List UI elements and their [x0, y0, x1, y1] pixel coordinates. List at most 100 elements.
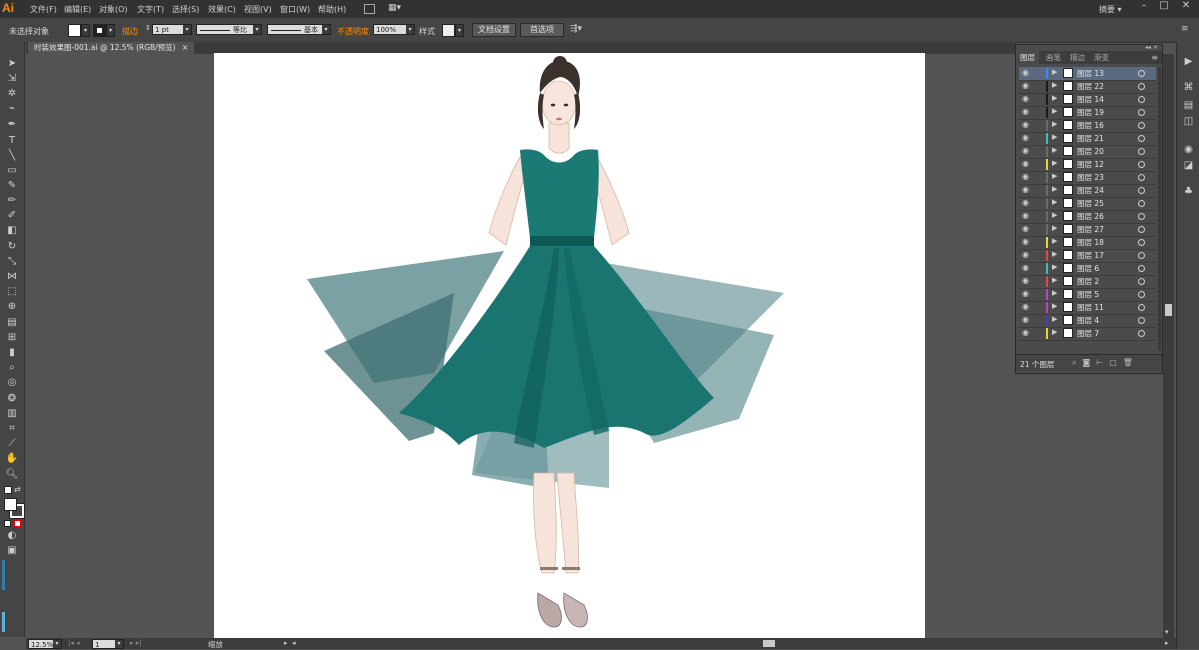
direct-selection-tool-icon[interactable]: ⇲ [5, 73, 19, 85]
layers-scrollbar[interactable] [1158, 67, 1161, 351]
target-circle-icon[interactable] [1138, 278, 1145, 285]
layer-actions[interactable]: ⌕◙⊢▢🗑︎ [1072, 358, 1139, 368]
layer-row[interactable]: ◉ ▶ 图层 12 [1019, 158, 1156, 172]
lasso-tool-icon[interactable]: ⌁ [5, 103, 19, 115]
zoom-tool-icon[interactable]: 🔍︎ [5, 469, 19, 481]
visibility-eye-icon[interactable]: ◉ [1022, 121, 1030, 129]
layer-name[interactable]: 图层 21 [1077, 133, 1104, 144]
visibility-eye-icon[interactable]: ◉ [1022, 277, 1030, 285]
graphic-style-swatch[interactable] [442, 24, 455, 37]
tab-brushes[interactable]: 画笔 [1042, 51, 1065, 64]
menu-effect[interactable]: 效果(C) [208, 4, 236, 15]
color-mode-icon[interactable] [4, 520, 11, 527]
scroll-down-arrow-icon[interactable]: ▾ [1165, 628, 1169, 636]
expand-layer-icon[interactable]: ▶ [1052, 94, 1057, 102]
menu-select[interactable]: 选择(S) [172, 4, 199, 15]
style-dropdown-icon[interactable]: ▾ [455, 24, 464, 37]
opacity-field[interactable]: 100% ▾ [373, 24, 415, 35]
layer-row[interactable]: ◉ ▶ 图层 6 [1019, 262, 1156, 276]
layer-name[interactable]: 图层 22 [1077, 81, 1104, 92]
stroke-stepper-icon[interactable]: ⇕ [145, 24, 151, 32]
symbols-panel-icon[interactable]: ♣ [1183, 186, 1194, 197]
visibility-eye-icon[interactable]: ◉ [1022, 69, 1030, 77]
visibility-eye-icon[interactable]: ◉ [1022, 225, 1030, 233]
visibility-eye-icon[interactable]: ◉ [1022, 108, 1030, 116]
layer-name[interactable]: 图层 2 [1077, 276, 1099, 287]
layer-row[interactable]: ◉ ▶ 图层 27 [1019, 223, 1156, 237]
menu-object[interactable]: 对象(O) [99, 4, 128, 15]
expand-layer-icon[interactable]: ▶ [1052, 185, 1057, 193]
layer-name[interactable]: 图层 11 [1077, 302, 1104, 313]
fill-swatch[interactable] [68, 24, 81, 37]
pen-tool-icon[interactable]: ✒ [5, 119, 19, 131]
pencil-tool-icon[interactable]: ✏ [5, 195, 19, 207]
visibility-eye-icon[interactable]: ◉ [1022, 199, 1030, 207]
layer-row[interactable]: ◉ ▶ 图层 17 [1019, 249, 1156, 263]
default-colors-icon[interactable] [4, 486, 12, 494]
graphic-styles-panel-icon[interactable]: ◪ [1183, 160, 1194, 171]
artboard[interactable] [214, 53, 925, 638]
visibility-eye-icon[interactable]: ◉ [1022, 329, 1030, 337]
visibility-eye-icon[interactable]: ◉ [1022, 95, 1030, 103]
layer-row[interactable]: ◉ ▶ 图层 5 [1019, 288, 1156, 302]
layer-name[interactable]: 图层 13 [1077, 68, 1104, 79]
artboard-nav-prev-icons[interactable]: |◂ ◂ [68, 639, 80, 647]
transform-panel-icon[interactable]: ⌘ [1183, 82, 1194, 93]
symbol-sprayer-tool-icon[interactable]: ❂ [5, 393, 19, 405]
document-setup-button[interactable]: 文档设置 [472, 23, 516, 37]
expand-layer-icon[interactable]: ▶ [1052, 263, 1057, 271]
vertical-scroll-thumb[interactable] [1165, 304, 1172, 316]
layer-name[interactable]: 图层 17 [1077, 250, 1104, 261]
tab-layers[interactable]: 图层 [1016, 51, 1039, 64]
preferences-button[interactable]: 首选项 [520, 23, 564, 37]
target-circle-icon[interactable] [1138, 161, 1145, 168]
layer-name[interactable]: 图层 5 [1077, 289, 1099, 300]
column-graph-tool-icon[interactable]: ▥ [5, 408, 19, 420]
expand-layer-icon[interactable]: ▶ [1052, 224, 1057, 232]
visibility-eye-icon[interactable]: ◉ [1022, 238, 1030, 246]
layer-name[interactable]: 图层 20 [1077, 146, 1104, 157]
width-tool-icon[interactable]: ⋈ [5, 271, 19, 283]
visibility-eye-icon[interactable]: ◉ [1022, 173, 1030, 181]
layer-name[interactable]: 图层 7 [1077, 328, 1099, 339]
visibility-eye-icon[interactable]: ◉ [1022, 303, 1030, 311]
expand-layer-icon[interactable]: ▶ [1052, 211, 1057, 219]
menu-window[interactable]: 窗口(W) [280, 4, 310, 15]
expand-layer-icon[interactable]: ▶ [1052, 302, 1057, 310]
perspective-grid-tool-icon[interactable]: ▤ [5, 317, 19, 329]
layer-row[interactable]: ◉ ▶ 图层 18 [1019, 236, 1156, 250]
rotate-tool-icon[interactable]: ↻ [5, 241, 19, 253]
expand-layer-icon[interactable]: ▶ [1052, 328, 1057, 336]
make-clipping-mask-icon[interactable]: ◙ [1082, 358, 1096, 367]
draw-mode-icon[interactable]: ◐ [5, 530, 19, 542]
layer-name[interactable]: 图层 12 [1077, 159, 1104, 170]
layer-name[interactable]: 图层 6 [1077, 263, 1099, 274]
layer-row[interactable]: ◉ ▶ 图层 2 [1019, 275, 1156, 289]
workspace-switcher[interactable]: 摘要 ▾ [1099, 4, 1122, 15]
target-circle-icon[interactable] [1138, 148, 1145, 155]
locate-object-icon[interactable]: ⌕ [1072, 358, 1082, 367]
arrange-documents-icon[interactable]: ▦▾ [388, 3, 401, 13]
target-circle-icon[interactable] [1138, 304, 1145, 311]
eraser-tool-icon[interactable]: ◧ [5, 225, 19, 237]
visibility-eye-icon[interactable]: ◉ [1022, 186, 1030, 194]
menu-help[interactable]: 帮助(H) [318, 4, 346, 15]
target-circle-icon[interactable] [1138, 96, 1145, 103]
gradient-tool-icon[interactable]: ▮ [5, 347, 19, 359]
menu-file[interactable]: 文件(F) [30, 4, 57, 15]
horizontal-scroll-thumb[interactable] [763, 640, 775, 647]
layer-name[interactable]: 图层 18 [1077, 237, 1104, 248]
target-circle-icon[interactable] [1138, 239, 1145, 246]
expand-layer-icon[interactable]: ▶ [1052, 68, 1057, 76]
visibility-eye-icon[interactable]: ◉ [1022, 264, 1030, 272]
expand-layer-icon[interactable]: ▶ [1052, 159, 1057, 167]
target-circle-icon[interactable] [1138, 252, 1145, 259]
layer-name[interactable]: 图层 19 [1077, 107, 1104, 118]
panel-menu-icon[interactable]: ≡ [1181, 24, 1189, 34]
opacity-label[interactable]: 不透明度 [337, 26, 369, 37]
collapse-panel-icon[interactable]: ◂◂ ✕ [1145, 44, 1158, 51]
paintbrush-tool-icon[interactable]: ✎ [5, 180, 19, 192]
target-circle-icon[interactable] [1138, 226, 1145, 233]
layer-name[interactable]: 图层 16 [1077, 120, 1104, 131]
expand-layer-icon[interactable]: ▶ [1052, 172, 1057, 180]
